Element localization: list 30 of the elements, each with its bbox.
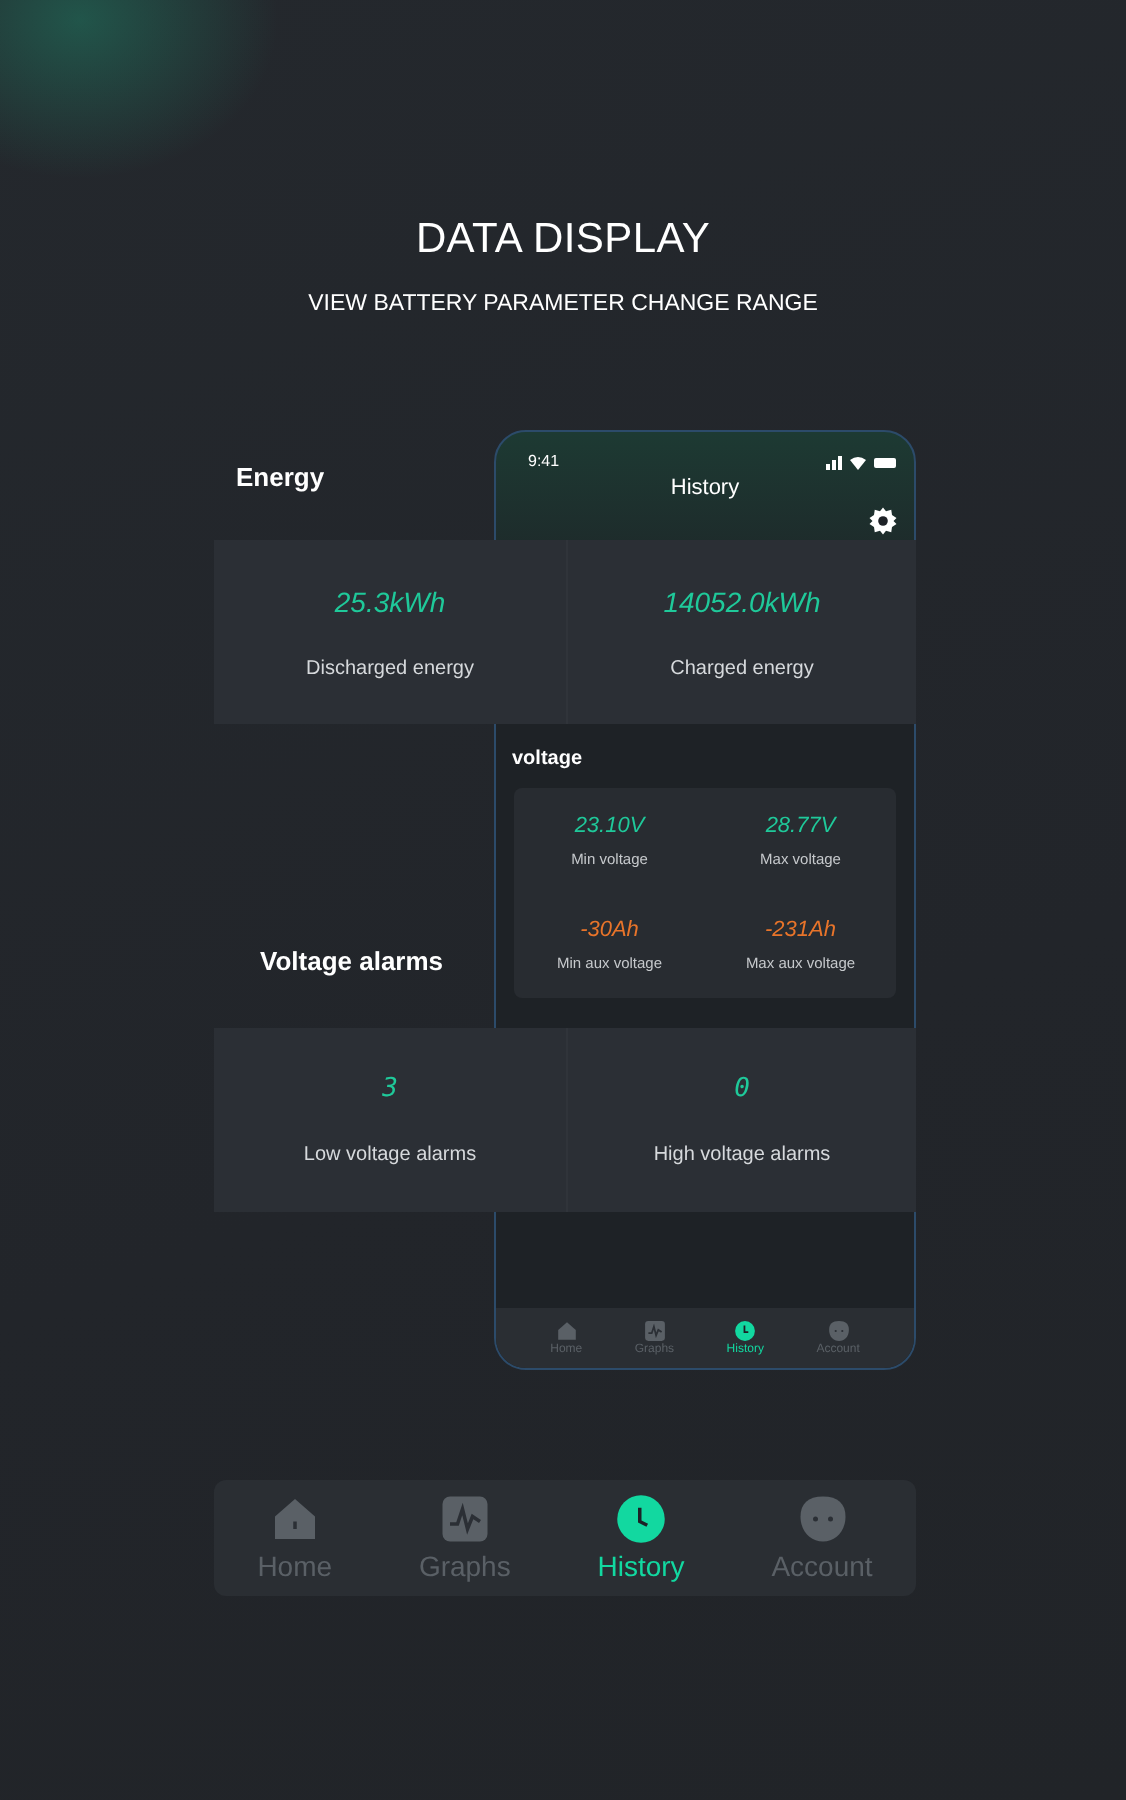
chart-icon [439,1494,490,1544]
stat-label: Discharged energy [306,657,474,679]
stat-value: -30Ah [580,918,639,943]
tab[interactable]: History [597,1494,685,1582]
subtitle: VIEW BATTERY PARAMETER CHANGE RANGE [308,292,818,316]
settings-icon[interactable] [868,506,898,536]
account-icon [827,1320,850,1342]
section-title: Energy [236,462,325,492]
stat-value: 0 [734,1074,750,1104]
stat-value: 25.3kWh [334,585,446,617]
stat-label: Low voltage alarms [303,1144,477,1166]
chart-icon [643,1320,666,1342]
section-title: voltage [512,748,585,770]
status-time: 9:41 [528,452,560,470]
stat-value: -231Ah [765,918,836,943]
home-icon [269,1494,320,1544]
headline: DATA DISPLAY [415,216,711,264]
status-icons [826,453,898,469]
stat-value: 23.10V [574,813,645,838]
stat-label: Charged energy [670,657,814,679]
clock-icon [616,1494,667,1544]
clock-icon [734,1320,757,1342]
home-icon [555,1320,578,1342]
account-icon [797,1494,847,1544]
stat-value: 3 [382,1074,398,1104]
screen-title: History [668,476,742,500]
stat-value: 14052.0kWh [663,585,821,617]
stat-value: 28.77V [765,813,836,838]
section-title: Voltage alarms [260,946,444,976]
stat-label: High voltage alarms [653,1144,831,1166]
